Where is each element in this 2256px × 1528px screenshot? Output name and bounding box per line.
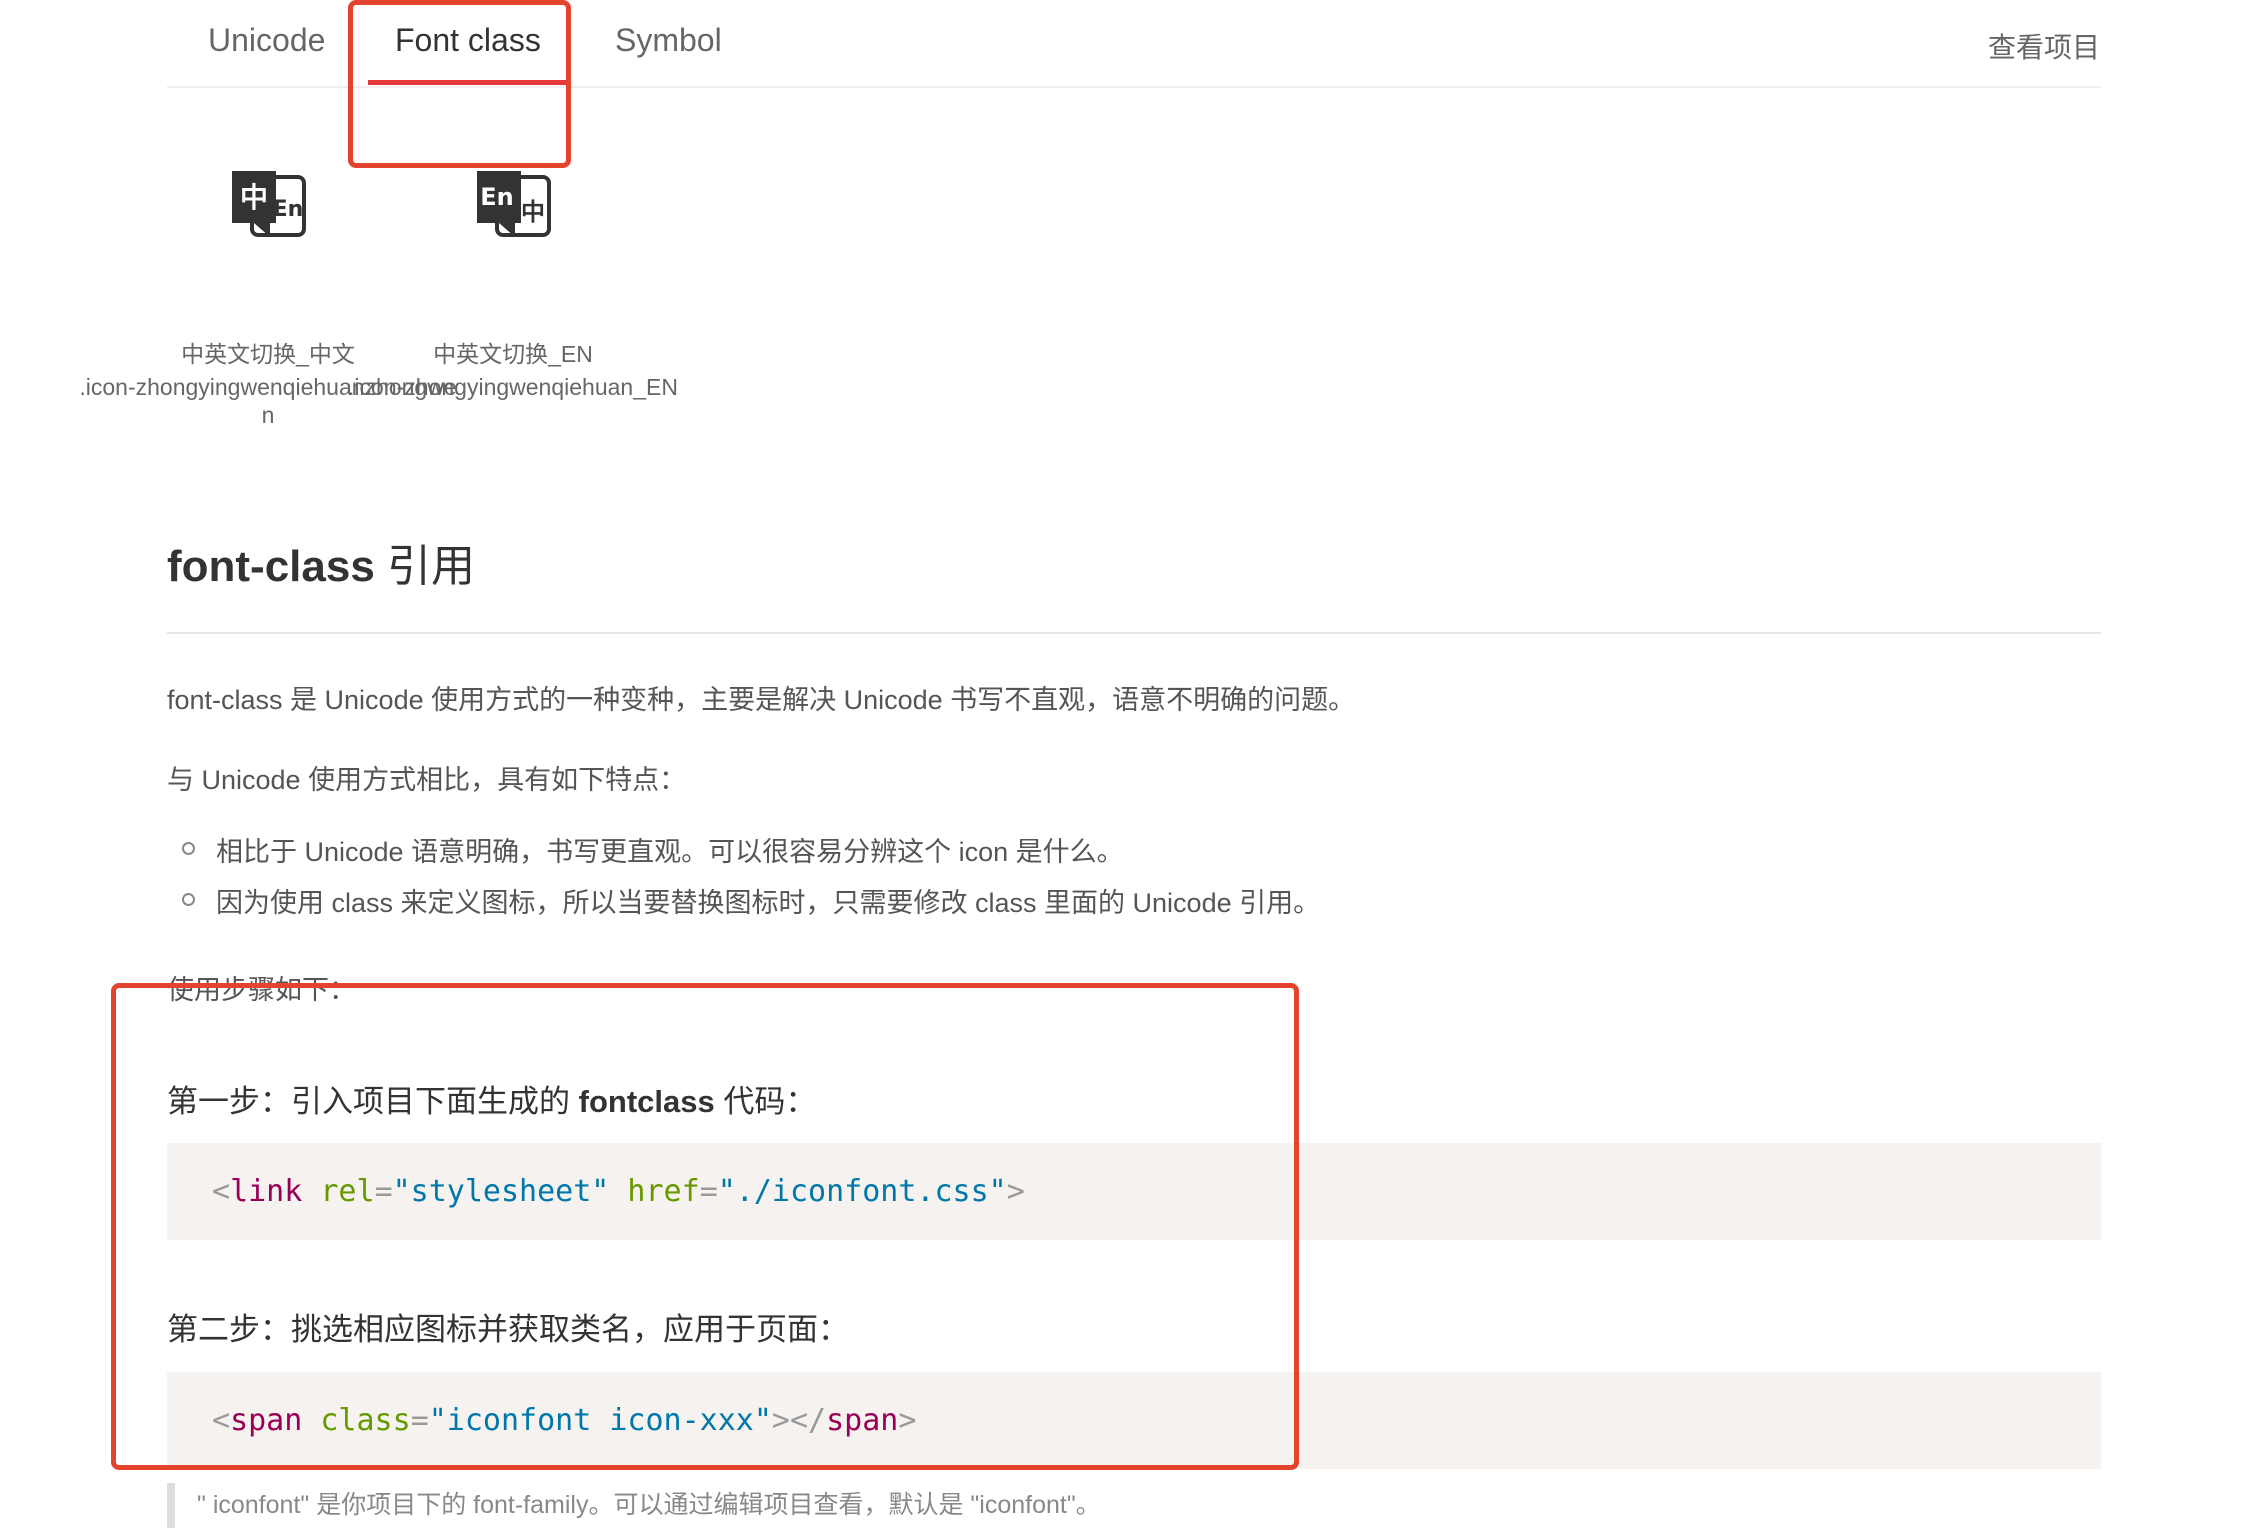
note-blockquote: " iconfont" 是你项目下的 font-family。可以通过编辑项目查…: [167, 1483, 1101, 1528]
code-block-span[interactable]: <span class="iconfont icon-xxx"></span>: [167, 1372, 2101, 1469]
code-token: class: [302, 1403, 411, 1438]
icon-small-glyph: En: [273, 197, 304, 222]
features-intro: 与 Unicode 使用方式相比，具有如下特点：: [167, 765, 687, 795]
code-token: href: [609, 1174, 700, 1209]
code-token: >: [898, 1403, 917, 1438]
code-token: =: [410, 1403, 429, 1438]
en-zh-switch-icon: En 中: [477, 171, 551, 237]
section-divider: [167, 632, 2101, 634]
feature-list: 相比于 Unicode 语意明确，书写更直观。可以很容易分辨这个 icon 是什…: [178, 830, 1320, 932]
list-item: 相比于 Unicode 语意明确，书写更直观。可以很容易分辨这个 icon 是什…: [178, 830, 1320, 881]
code-token: span: [826, 1403, 899, 1438]
code-token: >: [1006, 1174, 1025, 1209]
tab-symbol[interactable]: Symbol: [615, 22, 722, 59]
tab-bar: Unicode Font class Symbol: [167, 0, 2101, 88]
code-token: span: [230, 1403, 303, 1438]
code-token: rel: [302, 1174, 375, 1209]
tab-unicode[interactable]: Unicode: [208, 22, 325, 59]
section-title-bold: font-class: [167, 542, 375, 591]
icon-name: 中英文切换_EN: [433, 341, 593, 367]
code-token: <: [212, 1403, 231, 1438]
icon-big-glyph: 中: [240, 181, 268, 214]
intro-paragraph: font-class 是 Unicode 使用方式的一种变种，主要是解决 Uni…: [167, 685, 1356, 715]
code-token: =: [699, 1174, 718, 1209]
zh-en-switch-icon: 中 En: [232, 171, 306, 237]
icon-big-glyph: En: [480, 183, 513, 211]
code-token: "stylesheet": [392, 1174, 610, 1209]
steps-intro: 使用步骤如下：: [167, 975, 356, 1005]
code-token: link: [230, 1174, 303, 1209]
step-one-suffix: 代码：: [714, 1084, 817, 1119]
icon-class-code: .icon-zhongyingwenqiehuan_EN: [348, 374, 678, 400]
code-token: "./iconfont.css": [717, 1174, 1007, 1209]
section-title: font-class 引用: [167, 530, 475, 594]
icon-card-zhongwen[interactable]: 中 En 中英文切换_中文 .icon-zhongyingwenqiehuanz…: [79, 165, 457, 428]
active-tab-indicator: [368, 80, 568, 85]
code-token: "iconfont icon-xxx": [428, 1403, 772, 1438]
list-item: 因为使用 class 来定义图标，所以当要替换图标时，只需要修改 class 里…: [178, 881, 1320, 932]
step-one-heading: 第一步：引入项目下面生成的 fontclass 代码：: [167, 1076, 816, 1121]
view-project-link[interactable]: 查看项目: [1988, 26, 2100, 66]
step-one-prefix: 第一步：引入项目下面生成的: [167, 1084, 579, 1119]
tab-font-class[interactable]: Font class: [395, 22, 541, 59]
code-token: =: [374, 1174, 393, 1209]
step-one-bold: fontclass: [578, 1084, 715, 1119]
icon-card-en[interactable]: En 中 中英文切换_EN .icon-zhongyingwenqiehuan_…: [348, 165, 678, 400]
code-token: ></: [771, 1403, 827, 1438]
code-token: <: [212, 1174, 231, 1209]
step-two-heading: 第二步：挑选相应图标并获取类名，应用于页面：: [167, 1312, 849, 1347]
section-title-rest: 引用: [374, 542, 476, 591]
code-block-link[interactable]: <link rel="stylesheet" href="./iconfont.…: [167, 1143, 2101, 1240]
icon-small-glyph: 中: [521, 198, 545, 226]
